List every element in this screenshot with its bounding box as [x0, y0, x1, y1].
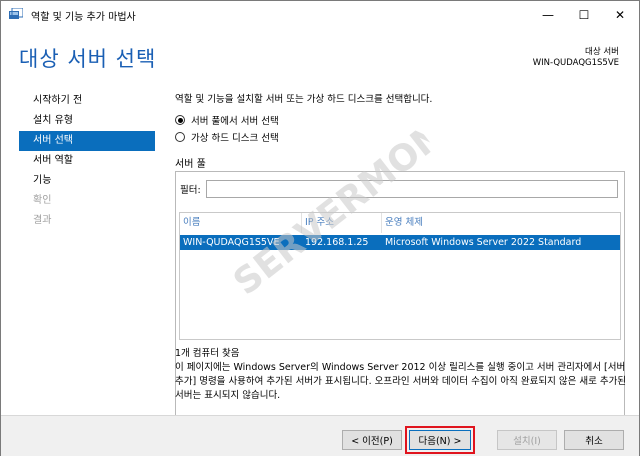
server-pool-heading: 서버 풀: [175, 159, 206, 170]
maximize-button[interactable]: ☐: [567, 1, 601, 29]
column-header-ip[interactable]: IP 주소: [302, 213, 382, 233]
destination-server-label: 대상 서버: [585, 47, 619, 57]
wizard-window: 역할 및 기능 추가 마법사 — ☐ ✕ 대상 서버 선택 대상 서버 WIN-…: [0, 0, 640, 456]
nav-item-before-you-begin[interactable]: 시작하기 전: [19, 91, 155, 111]
filter-input[interactable]: [206, 180, 618, 198]
server-list-header: 이름 IP 주소 운영 체제: [180, 213, 620, 233]
info-paragraph: 이 페이지에는 Windows Server의 Windows Server 2…: [175, 362, 627, 401]
nav-item-features[interactable]: 기능: [19, 171, 155, 191]
table-row[interactable]: WIN-QUDAQG1S5VE 192.168.1.25 Microsoft W…: [180, 235, 620, 250]
title-bar: 역할 및 기능 추가 마법사 — ☐ ✕: [1, 1, 639, 29]
option-server-pool-label: 서버 풀에서 서버 선택: [191, 116, 279, 127]
destination-server-value: WIN-QUDAQG1S5VE: [532, 58, 619, 68]
minimize-button[interactable]: —: [531, 1, 565, 29]
cancel-button[interactable]: 취소: [564, 430, 624, 450]
column-header-os[interactable]: 운영 체제: [382, 213, 620, 233]
window-title: 역할 및 기능 추가 마법사: [31, 12, 136, 23]
close-button[interactable]: ✕: [603, 1, 637, 29]
nav-item-server-selection[interactable]: 서버 선택: [19, 131, 155, 151]
radio-selected-icon[interactable]: [175, 115, 185, 125]
cell-operating-system: Microsoft Windows Server 2022 Standard: [385, 237, 582, 248]
option-virtual-disk[interactable]: 가상 하드 디스크 선택: [175, 130, 279, 144]
cell-server-name: WIN-QUDAQG1S5VE: [183, 237, 280, 248]
nav-item-server-roles[interactable]: 서버 역할: [19, 151, 155, 171]
install-button: 설치(I): [497, 430, 557, 450]
next-button[interactable]: 다음(N) >: [409, 430, 471, 450]
column-header-name[interactable]: 이름: [180, 213, 302, 233]
page-description: 역할 및 기능을 설치할 서버 또는 가상 하드 디스크를 선택합니다.: [175, 94, 433, 105]
cell-ip-address: 192.168.1.25: [305, 237, 369, 248]
main-content: 역할 및 기능을 설치할 서버 또는 가상 하드 디스크를 선택합니다. 서버 …: [165, 87, 627, 425]
previous-button[interactable]: < 이전(P): [342, 430, 402, 450]
computers-found-count: 1개 컴퓨터 찾음: [175, 348, 240, 359]
nav-item-confirmation: 확인: [33, 195, 52, 206]
nav-item-installation-type[interactable]: 설치 유형: [19, 111, 155, 131]
wizard-steps-nav: 시작하기 전 설치 유형 서버 선택 서버 역할 기능 확인 결과: [19, 91, 155, 231]
option-virtual-disk-label: 가상 하드 디스크 선택: [191, 133, 279, 144]
page-title: 대상 서버 선택: [19, 47, 157, 71]
server-list: 이름 IP 주소 운영 체제 WIN-QUDAQG1S5VE 192.168.1…: [179, 212, 621, 340]
option-server-pool[interactable]: 서버 풀에서 서버 선택: [175, 113, 279, 127]
server-manager-icon: [9, 8, 23, 19]
radio-unselected-icon[interactable]: [175, 132, 185, 142]
nav-item-results: 결과: [33, 215, 52, 226]
filter-label: 필터:: [180, 185, 201, 196]
